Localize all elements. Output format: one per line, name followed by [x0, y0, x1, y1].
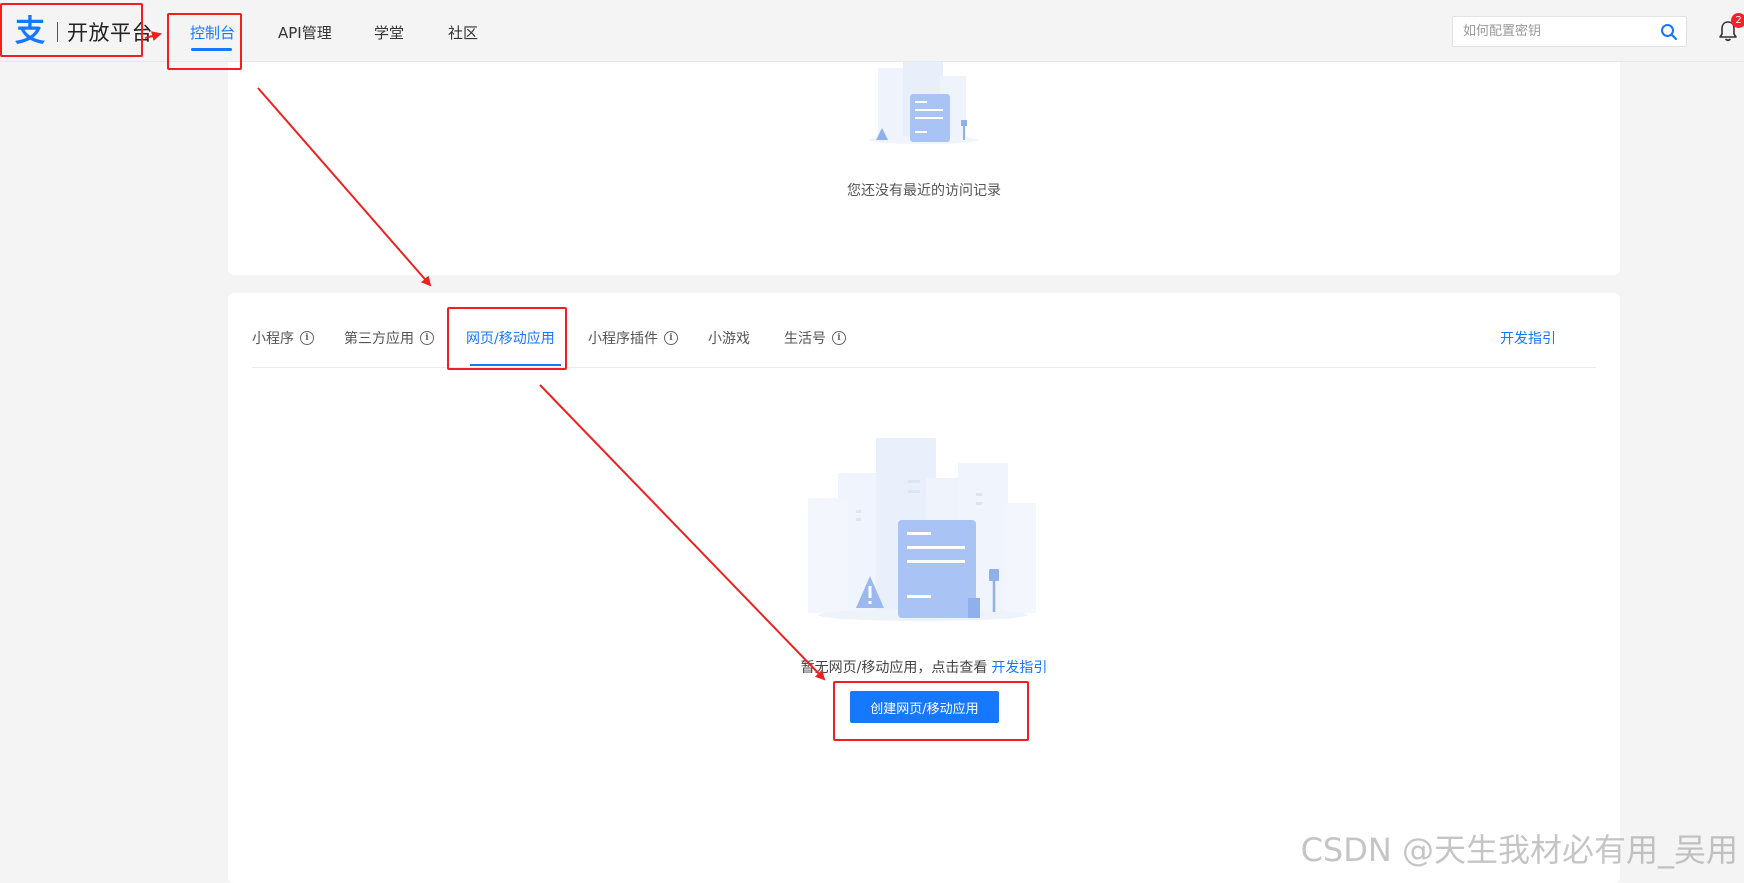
empty-state-illustration [808, 438, 1036, 621]
tab-label: 小程序 [252, 331, 294, 347]
notification-badge: 2 [1731, 13, 1744, 28]
tab-mini-game[interactable]: 小游戏 [708, 328, 750, 348]
tab-life-account[interactable]: 生活号 i [784, 328, 846, 348]
annotation-box-web-tab [447, 307, 567, 370]
top-navigation-bar: 支 开放平台 控制台 API管理 学堂 社区 2 [0, 0, 1744, 62]
nav-api-management[interactable]: API管理 [278, 22, 332, 43]
apps-card: 小程序 i 第三方应用 i 网页/移动应用 小程序插件 i 小游戏 生活号 i … [228, 293, 1620, 883]
info-icon[interactable]: i [300, 331, 314, 345]
tab-label: 生活号 [784, 331, 826, 347]
tab-label: 小程序插件 [588, 331, 658, 347]
annotation-box-console [167, 13, 242, 70]
annotation-box-create-button [833, 681, 1029, 741]
nav-academy[interactable]: 学堂 [374, 22, 404, 43]
recent-empty-text: 您还没有最近的访问记录 [847, 183, 1001, 199]
apps-empty-dev-guide-link[interactable]: 开发指引 [991, 660, 1047, 676]
info-icon[interactable]: i [420, 331, 434, 345]
search-input[interactable] [1453, 17, 1653, 46]
nav-community[interactable]: 社区 [448, 22, 478, 43]
tab-label: 小游戏 [708, 331, 750, 347]
search-box [1452, 16, 1687, 47]
apps-empty-message: 暂无网页/移动应用，点击查看 开发指引 [228, 657, 1620, 677]
tab-third-party-app[interactable]: 第三方应用 i [344, 328, 434, 348]
recent-visits-card: 您还没有最近的访问记录 [228, 62, 1620, 275]
dev-guide-link[interactable]: 开发指引 [1500, 328, 1556, 348]
tab-label: 第三方应用 [344, 331, 414, 347]
info-icon[interactable]: i [664, 331, 678, 345]
tab-mini-program-plugin[interactable]: 小程序插件 i [588, 328, 678, 348]
csdn-watermark: CSDN @天生我材必有用_吴用 [1300, 831, 1738, 869]
annotation-box-logo [0, 3, 143, 57]
search-icon[interactable] [1660, 23, 1678, 41]
info-icon[interactable]: i [832, 331, 846, 345]
empty-state-illustration [868, 62, 978, 144]
tab-mini-program[interactable]: 小程序 i [252, 328, 314, 348]
apps-empty-text: 暂无网页/移动应用，点击查看 [800, 660, 988, 676]
